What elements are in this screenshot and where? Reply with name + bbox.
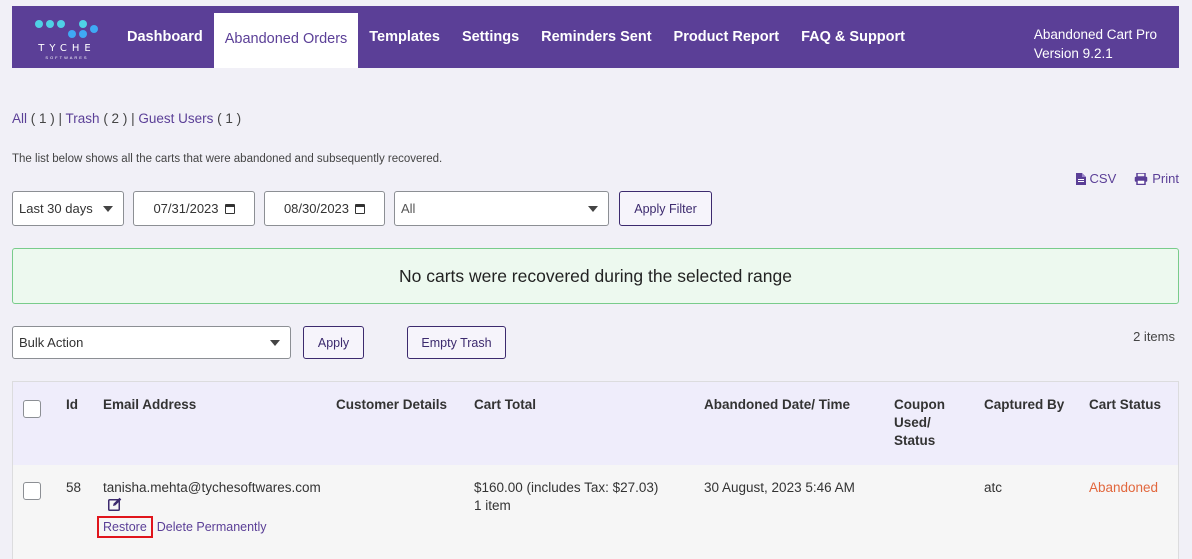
- page-description: The list below shows all the carts that …: [12, 153, 443, 165]
- logo-word: TYCHE: [38, 43, 96, 54]
- tab-faq-support[interactable]: FAQ & Support: [790, 6, 916, 68]
- bulk-action-select[interactable]: Bulk Action: [12, 326, 291, 359]
- coupon-header-line-1: Coupon: [894, 397, 945, 412]
- row-actions: Restore Delete Permanently: [97, 516, 267, 538]
- view-trash-link[interactable]: Trash: [66, 111, 100, 126]
- chevron-down-icon: [270, 340, 280, 346]
- printer-icon: [1135, 172, 1148, 185]
- coupon-header-line-3: Status: [894, 433, 936, 448]
- column-header-cart-status: Cart Status: [1089, 397, 1162, 412]
- date-range-value: Last 30 days: [19, 201, 93, 216]
- apply-filter-button[interactable]: Apply Filter: [619, 191, 712, 226]
- row-cart-total: $160.00 (includes Tax: $27.03) 1 item: [474, 479, 658, 515]
- view-guest-count: ( 1 ): [213, 111, 242, 126]
- view-filter-links: All ( 1 ) | Trash ( 2 ) | Guest Users ( …: [12, 111, 241, 126]
- logo-subword: SOFTWARES: [45, 55, 89, 60]
- tyche-logo[interactable]: TYCHE SOFTWARES: [32, 18, 102, 60]
- file-icon: [1075, 172, 1086, 185]
- no-results-notice: No carts were recovered during the selec…: [12, 248, 1179, 304]
- row-email: tanisha.mehta@tychesoftwares.com: [103, 480, 321, 495]
- date-range-select[interactable]: Last 30 days: [12, 191, 124, 226]
- start-date-value: 07/31/2023: [153, 201, 219, 216]
- bulk-apply-button[interactable]: Apply: [303, 326, 364, 359]
- row-captured-by: atc: [984, 480, 1003, 495]
- tab-templates[interactable]: Templates: [358, 6, 451, 68]
- view-all-count: ( 1 ) |: [27, 111, 66, 126]
- cart-type-select[interactable]: All: [394, 191, 609, 226]
- column-header-email[interactable]: Email Address: [103, 396, 196, 414]
- restore-link[interactable]: Restore: [97, 516, 153, 538]
- tab-abandoned-orders[interactable]: Abandoned Orders: [213, 13, 359, 68]
- empty-trash-button[interactable]: Empty Trash: [407, 326, 506, 359]
- tab-dashboard[interactable]: Dashboard: [116, 6, 214, 68]
- column-header-customer-details: Customer Details: [336, 397, 448, 412]
- print-button[interactable]: Print: [1134, 171, 1179, 186]
- end-date-value: 08/30/2023: [283, 201, 350, 216]
- items-count: 2 items: [1133, 329, 1175, 344]
- row-cart-total-amount: $160.00 (includes Tax: $27.03): [474, 480, 659, 495]
- column-header-abandoned-date[interactable]: Abandoned Date/ Time: [704, 396, 850, 414]
- cart-type-value: All: [401, 201, 416, 216]
- edit-icon[interactable]: [108, 497, 122, 511]
- calendar-icon: [355, 203, 366, 214]
- row-cart-status: Abandoned: [1089, 480, 1159, 495]
- product-name: Abandoned Cart Pro: [1033, 27, 1157, 42]
- tab-reminders-sent[interactable]: Reminders Sent: [530, 6, 662, 68]
- column-header-id[interactable]: Id: [66, 396, 78, 414]
- coupon-header-line-2: Used/: [894, 415, 931, 430]
- csv-label: CSV: [1089, 171, 1117, 186]
- row-cart-items: 1 item: [474, 498, 511, 513]
- carts-table: Id Email Address Customer Details Cart T…: [12, 381, 1179, 559]
- top-navigation-bar: TYCHE SOFTWARES Dashboard Abandoned Orde…: [12, 6, 1179, 68]
- csv-export-button[interactable]: CSV: [1075, 171, 1117, 186]
- tab-settings[interactable]: Settings: [451, 6, 530, 68]
- view-trash-count: ( 2 ) |: [99, 111, 139, 126]
- start-date-input[interactable]: 07/31/2023: [133, 191, 255, 226]
- export-links: CSV Print: [1075, 171, 1179, 186]
- chevron-down-icon: [103, 206, 113, 212]
- row-checkbox[interactable]: [23, 482, 41, 500]
- column-header-cart-total[interactable]: Cart Total: [474, 396, 536, 414]
- column-header-coupon: Coupon Used/ Status: [894, 396, 945, 450]
- end-date-input[interactable]: 08/30/2023: [264, 191, 385, 226]
- main-nav: Dashboard Abandoned Orders Templates Set…: [116, 6, 916, 68]
- column-header-captured-by: Captured By: [984, 397, 1065, 412]
- view-guest-users-link[interactable]: Guest Users: [138, 111, 213, 126]
- select-all-checkbox[interactable]: [23, 400, 41, 418]
- table-header: Id Email Address Customer Details Cart T…: [13, 382, 1178, 465]
- row-id: 58: [66, 480, 82, 495]
- view-all-link[interactable]: All: [12, 111, 27, 126]
- version-number: Version 9.2.1: [1033, 46, 1113, 61]
- logo-dots-icon: [35, 20, 98, 40]
- calendar-icon: [224, 203, 235, 214]
- version-info: Abandoned Cart Pro Version 9.2.1: [1034, 25, 1157, 63]
- chevron-down-icon: [588, 206, 598, 212]
- bulk-action-value: Bulk Action: [19, 335, 84, 350]
- print-label: Print: [1152, 171, 1179, 186]
- delete-permanently-link[interactable]: Delete Permanently: [157, 520, 267, 534]
- row-abandoned-date: 30 August, 2023 5:46 AM: [704, 480, 855, 495]
- tab-product-report[interactable]: Product Report: [663, 6, 791, 68]
